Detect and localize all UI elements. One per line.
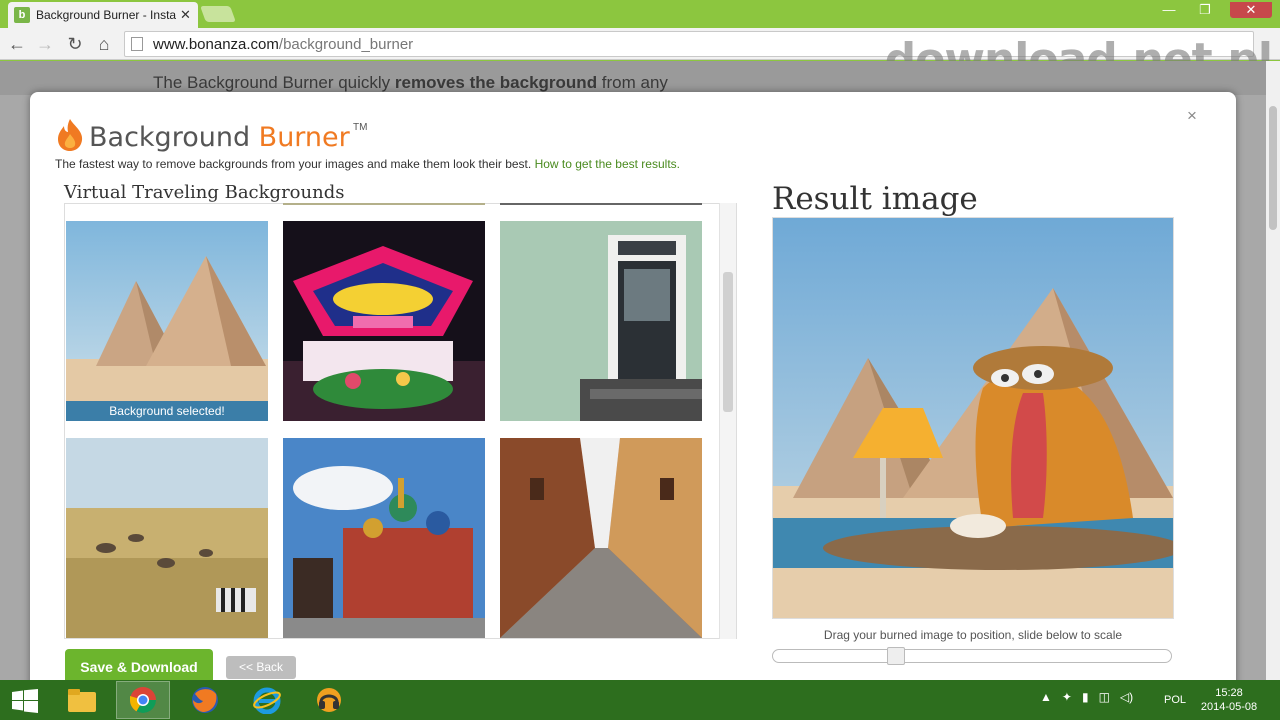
logo-trademark: TM <box>353 122 368 133</box>
back-arrow-icon[interactable]: ← <box>6 33 28 55</box>
gallery-tile-partial[interactable] <box>500 203 702 205</box>
new-tab-button[interactable] <box>200 6 236 22</box>
media-player-icon[interactable] <box>302 681 356 719</box>
page-intro-text: The Background Burner quickly removes th… <box>153 73 668 92</box>
system-tray: ▲ ✦ ▮ ◫ ◁) <box>1040 690 1133 704</box>
maximize-icon[interactable]: ❐ <box>1194 2 1216 18</box>
modal-close-icon[interactable]: × <box>1187 106 1197 126</box>
page-scrollbar-thumb[interactable] <box>1269 106 1277 230</box>
url-path: /background_burner <box>278 35 414 53</box>
forward-arrow-icon[interactable]: → <box>34 33 56 55</box>
home-icon[interactable]: ⌂ <box>93 33 115 55</box>
gallery-scrollbar-thumb[interactable] <box>723 272 733 412</box>
result-image-canvas[interactable] <box>772 217 1174 619</box>
browser-tab-active[interactable]: b Background Burner - Insta ✕ <box>8 2 198 28</box>
pyramids-image <box>66 221 268 421</box>
background-selected-caption: Background selected! <box>66 401 268 421</box>
browser-toolbar: ← → ↻ ⌂ www.bonanza.com /background_burn… <box>0 28 1280 85</box>
gallery-tile-pyramids[interactable]: Background selected! <box>66 221 268 421</box>
gallery-tile-door[interactable] <box>500 221 702 421</box>
battery-icon[interactable]: ▮ <box>1082 690 1089 704</box>
internet-explorer-icon[interactable] <box>240 681 294 719</box>
reload-icon[interactable]: ↻ <box>64 33 86 55</box>
window-close-icon[interactable]: ✕ <box>1230 2 1272 18</box>
tray-expand-icon[interactable]: ▲ <box>1040 690 1052 704</box>
url-host: www.bonanza.com <box>153 35 279 53</box>
volume-icon[interactable]: ◁) <box>1120 690 1133 704</box>
drag-hint: Drag your burned image to position, slid… <box>823 628 1123 642</box>
best-results-link[interactable]: How to get the best results. <box>535 157 680 171</box>
scale-slider-handle[interactable] <box>886 647 905 665</box>
result-composite-image <box>773 218 1173 618</box>
savanna-image <box>66 438 268 638</box>
back-button[interactable]: << Back <box>226 656 296 679</box>
minimize-icon[interactable]: — <box>1158 2 1180 18</box>
page-icon <box>131 37 143 51</box>
window-controls: — ❐ ✕ <box>1158 2 1272 18</box>
alley-image <box>500 438 702 638</box>
logo-wordmark: Background Burner <box>89 122 350 153</box>
language-indicator[interactable]: POL <box>1164 694 1186 706</box>
taskbar-clock[interactable]: 15:28 2014-05-08 <box>1199 686 1259 714</box>
gallery-tile-st-basil[interactable] <box>283 438 485 638</box>
chrome-taskbar-icon[interactable] <box>116 681 170 719</box>
st-basil-image <box>283 438 485 638</box>
neon-chapel-image <box>283 221 485 421</box>
gallery-tile-savanna[interactable] <box>66 438 268 638</box>
bonanza-favicon-icon: b <box>14 7 30 23</box>
result-title: Result image <box>772 181 978 217</box>
dropbox-icon[interactable]: ✦ <box>1062 690 1072 704</box>
tab-title: Background Burner - Insta <box>36 8 176 22</box>
network-icon[interactable]: ◫ <box>1099 690 1110 704</box>
door-image <box>500 221 702 421</box>
windows-start-icon[interactable] <box>12 689 38 713</box>
gallery-tile-partial[interactable] <box>283 203 485 205</box>
flame-logo-icon <box>58 119 83 151</box>
firefox-icon[interactable] <box>178 681 232 719</box>
gallery-tile-neon-chapel[interactable] <box>283 221 485 421</box>
gallery-tile-alley[interactable] <box>500 438 702 638</box>
tab-close-icon[interactable]: ✕ <box>180 7 191 23</box>
gallery-scrollbar[interactable] <box>719 203 736 639</box>
scale-slider[interactable] <box>772 649 1172 663</box>
gallery-title: Virtual Traveling Backgrounds <box>64 182 345 203</box>
file-explorer-icon[interactable] <box>55 681 109 719</box>
tagline: The fastest way to remove backgrounds fr… <box>55 157 680 171</box>
